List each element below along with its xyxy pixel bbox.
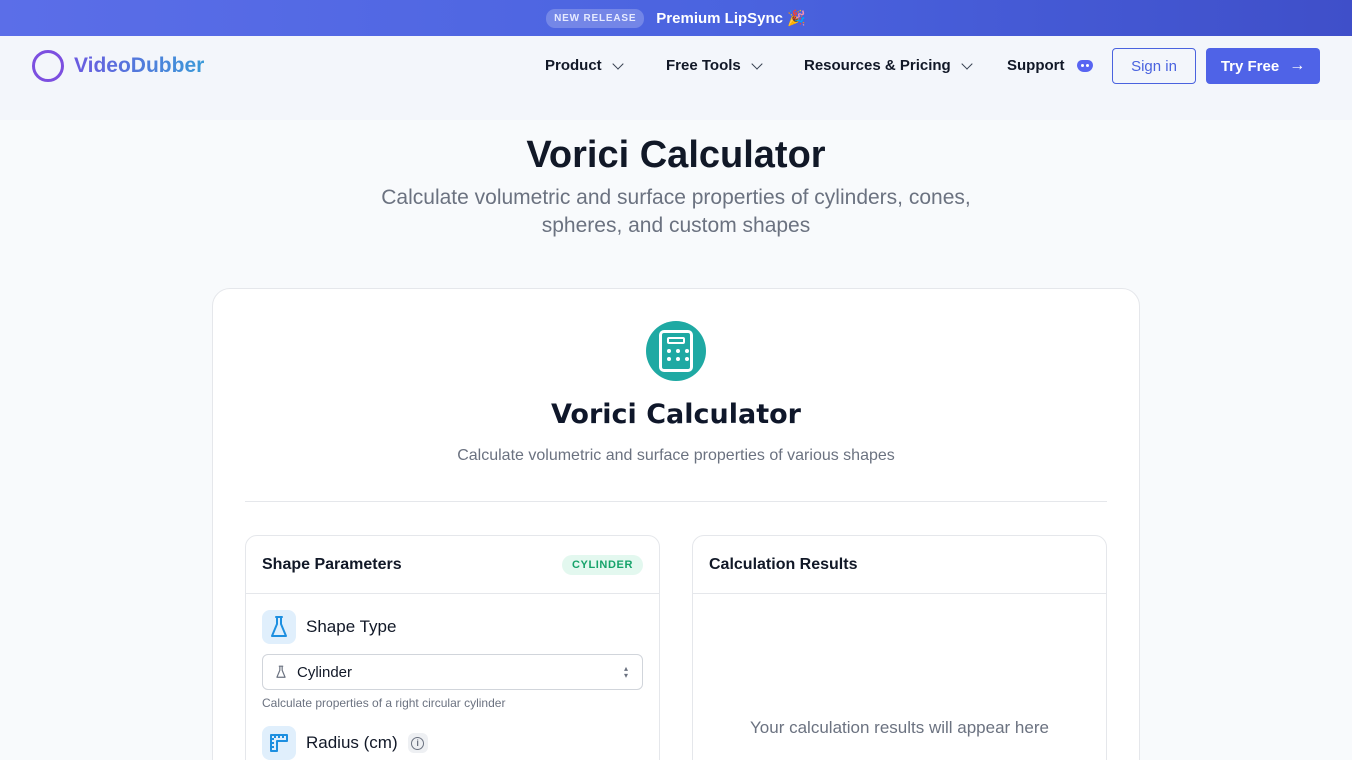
nav-item-label: Product (545, 57, 602, 74)
panel-title: Calculation Results (709, 555, 858, 573)
logo-text: VideoDubber (74, 54, 205, 77)
shape-parameters-panel: Shape Parameters CYLINDER Shape Type Cyl… (245, 535, 660, 760)
logo[interactable]: VideoDubber (32, 50, 204, 82)
card-subtitle: Calculate volumetric and surface propert… (457, 447, 895, 464)
new-release-badge: NEW RELEASE (546, 8, 645, 28)
divider (245, 501, 1107, 502)
shape-badge: CYLINDER (561, 554, 643, 575)
sign-in-button[interactable]: Sign in (1112, 48, 1196, 84)
nav-item-label: Support (1007, 57, 1065, 74)
flask-icon (262, 610, 296, 644)
page-subtitle: Calculate volumetric and surface propert… (381, 186, 971, 237)
panel-title: Shape Parameters (262, 555, 402, 573)
nav-item-product[interactable]: Product (545, 57, 624, 74)
calculator-icon (646, 321, 706, 381)
calculator-card: Vorici Calculator Calculate volumetric a… (212, 288, 1140, 760)
radius-label-row: Radius (cm) i (262, 726, 428, 760)
info-icon[interactable]: i (407, 733, 428, 753)
flask-icon (276, 665, 286, 678)
chevron-down-icon (751, 57, 763, 70)
nav-item-resources-pricing[interactable]: Resources & Pricing (804, 57, 973, 74)
select-caret-icon: ▴ ▾ (623, 664, 628, 680)
results-empty-text: Your calculation results will appear her… (750, 718, 1049, 737)
try-free-label: Try Free (1220, 57, 1280, 75)
shape-helper-text: Calculate properties of a right circular… (262, 696, 506, 710)
top-navigation: VideoDubber Product Free Tools Resources… (0, 36, 1352, 120)
nav-item-support[interactable]: Support (1007, 57, 1093, 74)
try-free-button[interactable]: Try Free → (1206, 48, 1320, 84)
radius-label: Radius (cm) (306, 733, 398, 752)
calculation-results-panel: Calculation Results Your calculation res… (692, 535, 1107, 760)
announcement-banner[interactable]: NEW RELEASE Premium LipSync 🎉 (0, 0, 1352, 36)
ruler-icon (262, 726, 296, 760)
card-title: Vorici Calculator (551, 399, 801, 430)
page-title: Vorici Calculator (526, 134, 826, 176)
nav-item-label: Resources & Pricing (804, 57, 951, 74)
logo-ring-icon (32, 50, 64, 82)
nav-item-label: Free Tools (666, 57, 741, 74)
chevron-down-icon (612, 57, 624, 70)
nav-item-free-tools[interactable]: Free Tools (666, 57, 763, 74)
shape-type-label: Shape Type (306, 617, 397, 636)
chevron-down-icon (961, 57, 973, 70)
shape-type-select[interactable]: Cylinder ▴ ▾ (262, 654, 643, 690)
shape-type-label-row: Shape Type (262, 610, 396, 644)
shape-type-value: Cylinder (297, 663, 353, 681)
banner-text[interactable]: Premium LipSync 🎉 (656, 9, 806, 27)
discord-icon (1076, 59, 1093, 72)
arrow-right-icon: → (1289, 57, 1306, 74)
